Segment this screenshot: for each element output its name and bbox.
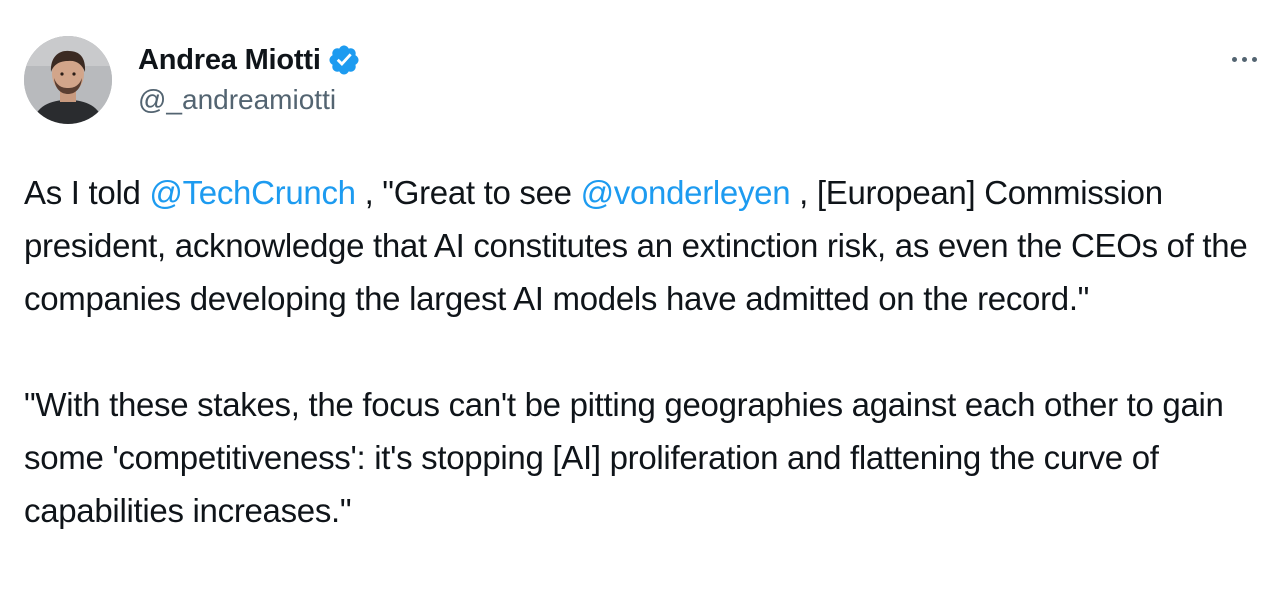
mention-vonderleyen[interactable]: @vonderleyen <box>581 174 791 211</box>
more-dot-icon <box>1251 56 1257 62</box>
more-dot-icon <box>1231 56 1237 62</box>
tweet-text: As I told @TechCrunch , "Great to see @v… <box>24 166 1264 537</box>
text-segment: As I told <box>24 174 150 211</box>
verified-badge-icon[interactable] <box>327 43 361 77</box>
avatar-photo-icon <box>24 36 112 124</box>
tweet-paragraph-1: As I told @TechCrunch , "Great to see @v… <box>24 166 1264 325</box>
tweet-card: Andrea Miotti @_andreamiotti As I told @… <box>0 0 1286 594</box>
tweet-paragraph-2: "With these stakes, the focus can't be p… <box>24 386 1224 529</box>
name-row: Andrea Miotti <box>138 40 361 80</box>
more-dot-icon <box>1241 56 1247 62</box>
display-name[interactable]: Andrea Miotti <box>138 44 321 77</box>
handle[interactable]: @_andreamiotti <box>138 84 361 116</box>
author-block: Andrea Miotti @_andreamiotti <box>138 40 361 116</box>
mention-techcrunch[interactable]: @TechCrunch <box>149 174 356 211</box>
more-options-button[interactable] <box>1222 44 1266 74</box>
text-segment: , "Great to see <box>355 174 581 211</box>
avatar[interactable] <box>24 36 112 124</box>
